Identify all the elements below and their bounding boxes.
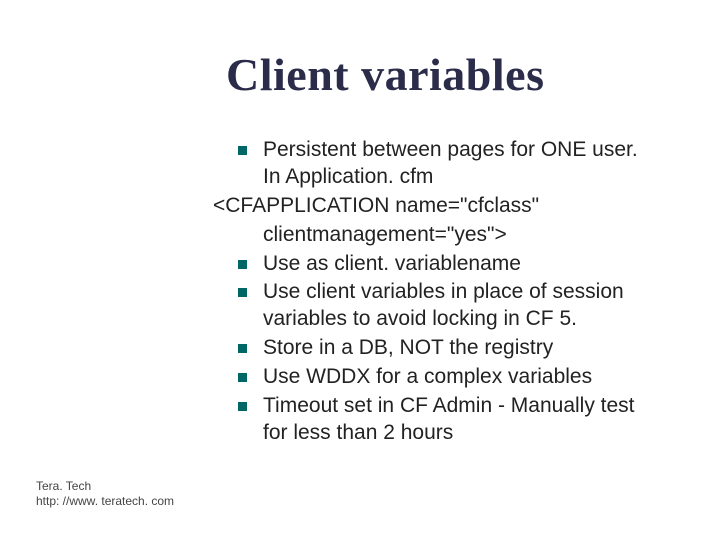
bullet-item: Persistent between pages for ONE user. I… xyxy=(238,137,660,191)
footer-url: http: //www. teratech. com xyxy=(36,494,174,510)
bullet-item: Use client variables in place of session… xyxy=(238,279,660,333)
code-line: clientmanagement="yes"> xyxy=(263,222,660,249)
square-bullet-icon xyxy=(238,146,247,155)
bullet-item: Store in a DB, NOT the registry xyxy=(238,335,660,362)
square-bullet-icon xyxy=(238,402,247,411)
bullet-text: Persistent between pages for ONE user. I… xyxy=(263,137,660,191)
bullet-item: Use WDDX for a complex variables xyxy=(238,364,660,391)
square-bullet-icon xyxy=(238,344,247,353)
slide-body: Persistent between pages for ONE user. I… xyxy=(238,137,660,447)
bullet-item: Timeout set in CF Admin - Manually test … xyxy=(238,393,660,447)
square-bullet-icon xyxy=(238,373,247,382)
slide-title: Client variables xyxy=(226,48,680,101)
bullet-text: Use client variables in place of session… xyxy=(263,279,660,333)
bullet-text: Timeout set in CF Admin - Manually test … xyxy=(263,393,660,447)
footer: Tera. Tech http: //www. teratech. com xyxy=(36,479,174,510)
bullet-item: Use as client. variablename xyxy=(238,251,660,278)
code-line: <CFAPPLICATION name="cfclass" xyxy=(213,193,660,220)
slide: Client variables Persistent between page… xyxy=(0,0,720,540)
bullet-text: Store in a DB, NOT the registry xyxy=(263,335,660,362)
footer-company: Tera. Tech xyxy=(36,479,174,495)
square-bullet-icon xyxy=(238,260,247,269)
bullet-text: Use as client. variablename xyxy=(263,251,660,278)
square-bullet-icon xyxy=(238,288,247,297)
bullet-text: Use WDDX for a complex variables xyxy=(263,364,660,391)
